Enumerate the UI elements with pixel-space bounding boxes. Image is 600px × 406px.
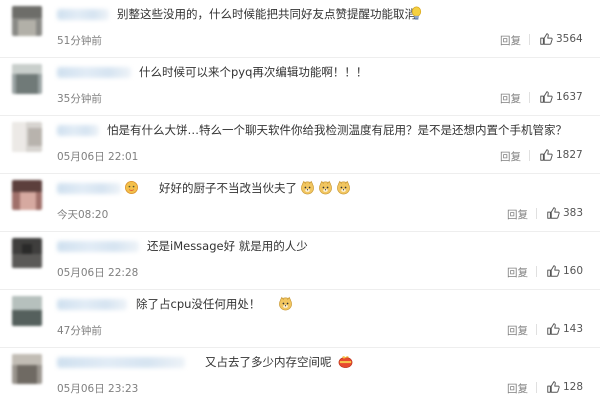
doge-icon <box>318 180 333 195</box>
timestamp: 05月06日 22:28 <box>57 267 139 279</box>
reply-button[interactable]: 回复 <box>500 91 521 106</box>
like-button[interactable]: 3564 <box>539 31 583 47</box>
like-count: 383 <box>563 207 584 219</box>
gift-icon <box>338 354 353 369</box>
timestamp: 51分钟前 <box>57 35 102 47</box>
username[interactable] <box>57 183 121 194</box>
like-button[interactable]: 160 <box>546 263 583 279</box>
avatar[interactable] <box>12 354 42 384</box>
thumbs-up-icon <box>547 381 560 393</box>
comment-item: 又占去了多少内存空间呢 05月06日 23:23 回复 128 <box>0 348 600 406</box>
thumbs-up-icon <box>540 33 553 45</box>
doge-icon <box>300 180 315 195</box>
comment-item: 好好的厨子不当改当伙夫了 今天08:20 回复 383 <box>0 174 600 232</box>
timestamp: 今天08:20 <box>57 209 109 221</box>
like-button[interactable]: 1827 <box>539 147 583 163</box>
like-button[interactable]: 128 <box>546 379 583 395</box>
avatar[interactable] <box>12 64 42 94</box>
username[interactable] <box>57 67 131 78</box>
avatar[interactable] <box>12 238 42 268</box>
comment-text: 别整这些没用的，什么时候能把共同好友点赞提醒功能取消 <box>117 7 416 21</box>
reply-button[interactable]: 回复 <box>507 381 528 396</box>
thumbs-up-icon <box>540 91 553 103</box>
timestamp: 05月06日 22:01 <box>57 151 139 163</box>
like-count: 1827 <box>556 149 583 161</box>
thumbs-up-icon <box>547 207 560 219</box>
timestamp: 47分钟前 <box>57 325 102 337</box>
like-button[interactable]: 143 <box>546 321 583 337</box>
divider <box>536 208 537 219</box>
comment-item: 什么时候可以来个pyq再次编辑功能啊！！！ 35分钟前 回复 1637 <box>0 58 600 116</box>
username[interactable] <box>57 299 127 310</box>
reply-button[interactable]: 回复 <box>507 265 528 280</box>
comment-text: 还是iMessage好 就是用的人少 <box>147 239 308 253</box>
comment-item: 除了占cpu没任何用处！ 47分钟前 回复 143 <box>0 290 600 348</box>
username[interactable] <box>57 241 139 252</box>
username[interactable] <box>57 125 99 136</box>
comment-item: 怕是有什么大饼…特么一个聊天软件你给我检测温度有屁用？是不是还想内置个手机管家？… <box>0 116 600 174</box>
comment-text: 怕是有什么大饼…特么一个聊天软件你给我检测温度有屁用？是不是还想内置个手机管家？ <box>107 123 567 137</box>
avatar-badge-icon <box>124 180 139 195</box>
divider <box>536 324 537 335</box>
like-count: 128 <box>563 381 584 393</box>
comment-text: 又占去了多少内存空间呢 <box>205 354 353 370</box>
divider <box>529 34 530 45</box>
like-button[interactable]: 383 <box>546 205 583 221</box>
avatar[interactable] <box>12 180 42 210</box>
divider <box>529 150 530 161</box>
divider <box>529 92 530 103</box>
comment-text: 除了占cpu没任何用处！ <box>136 296 293 312</box>
bulb-icon <box>409 6 424 21</box>
thumbs-up-icon <box>547 323 560 335</box>
avatar[interactable] <box>12 122 42 152</box>
thumbs-up-icon <box>540 149 553 161</box>
divider <box>536 382 537 393</box>
reply-button[interactable]: 回复 <box>507 323 528 338</box>
doge-icon <box>278 296 293 311</box>
avatar[interactable] <box>12 6 42 36</box>
timestamp: 35分钟前 <box>57 93 102 105</box>
like-count: 160 <box>563 265 584 277</box>
username[interactable] <box>57 9 109 20</box>
divider <box>536 266 537 277</box>
thumbs-up-icon <box>547 265 560 277</box>
doge-icon <box>336 180 351 195</box>
like-count: 143 <box>563 323 584 335</box>
like-count: 1637 <box>556 91 583 103</box>
reply-button[interactable]: 回复 <box>500 149 521 164</box>
username[interactable] <box>57 357 185 368</box>
like-button[interactable]: 1637 <box>539 89 583 105</box>
comment-text: 什么时候可以来个pyq再次编辑功能啊！！！ <box>139 65 368 79</box>
timestamp: 05月06日 23:23 <box>57 383 139 395</box>
comment-item: 别整这些没用的，什么时候能把共同好友点赞提醒功能取消 51分钟前 回复 3564 <box>0 0 600 58</box>
comment-text: 好好的厨子不当改当伙夫了 <box>159 180 351 196</box>
reply-button[interactable]: 回复 <box>500 33 521 48</box>
reply-button[interactable]: 回复 <box>507 207 528 222</box>
avatar[interactable] <box>12 296 42 326</box>
comment-item: 还是iMessage好 就是用的人少 05月06日 22:28 回复 160 <box>0 232 600 290</box>
like-count: 3564 <box>556 33 583 45</box>
